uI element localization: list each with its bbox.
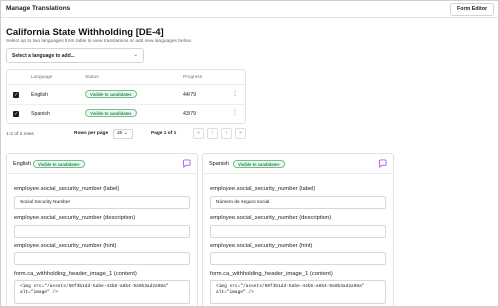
row-count: 1-2 of 2 rows [6,132,34,137]
panel-header: Spanish Visible to candidates [203,154,393,174]
panel-header: English Visible to candidates [7,154,197,174]
column-header-status[interactable]: Status [85,75,99,80]
row-progress: 44/79 [183,92,196,98]
field-label: employee.social_security_number (label) [210,186,316,192]
field-label: employee.social_security_number (label) [14,186,120,192]
row-checkbox[interactable]: ✓ [13,92,19,98]
field-label: employee.social_security_number (descrip… [210,215,332,221]
app-title: Manage Translations [6,5,71,12]
table-header: Language Status Progress [7,70,245,85]
last-page-button[interactable]: » [235,128,246,139]
column-header-progress[interactable]: Progress [183,75,202,80]
field-label: employee.social_security_number (descrip… [14,215,136,221]
field-label: form.ca_withholding_header_image_1 (cont… [210,271,333,277]
rows-per-page-select[interactable]: 20 ⌄ [113,129,133,139]
row-language: Spanish [31,111,50,117]
field-label: employee.social_security_number (hint) [14,243,117,249]
page-subtitle: Select up to two languages from table to… [6,39,192,44]
add-language-select[interactable]: Select a language to add... ⌄ [6,48,144,63]
first-page-button[interactable]: « [193,128,204,139]
description-input[interactable] [14,225,190,238]
column-header-language[interactable]: Language [31,75,52,80]
status-badge: Visible to candidates [33,160,85,168]
status-badge: Visible to candidates [85,109,137,117]
more-options-icon[interactable]: ⋮ [232,90,238,97]
row-language: English [31,92,49,98]
row-progress: 43/79 [183,111,196,117]
chat-icon[interactable] [378,159,387,168]
panel-language: English [13,161,32,167]
top-bar: Manage Translations Form Editor [1,1,498,18]
table-row[interactable]: ✓ English Visible to candidates 44/79 ⋮ [7,86,245,105]
field-label: employee.social_security_number (hint) [210,243,313,249]
translation-panel-english: English Visible to candidates employee.s… [6,153,198,306]
hint-input[interactable] [210,252,386,265]
form-editor-button[interactable]: Form Editor [449,3,494,16]
add-language-placeholder: Select a language to add... [12,53,75,59]
page-title: California State Withholding [DE-4] [6,27,164,38]
status-badge: Visible to candidates [85,90,137,98]
description-input[interactable] [210,225,386,238]
rows-per-page-label: Rows per page [74,131,109,136]
panel-language: Spanish [209,161,229,167]
next-page-button[interactable]: › [221,128,232,139]
chat-icon[interactable] [182,159,191,168]
languages-table: Language Status Progress ✓ English Visib… [6,69,246,124]
field-label: form.ca_withholding_header_image_1 (cont… [14,271,137,277]
label-input[interactable]: Social Security Number [14,196,190,209]
page-indicator: Page 1 of 1 [151,131,177,136]
table-row[interactable]: ✓ Spanish Visible to candidates 43/79 ⋮ [7,105,245,124]
window: Manage Translations Form Editor Californ… [0,0,499,307]
content-textarea[interactable]: <img src="/assets/50f3b1dd-5abe-44b6-a8b… [210,280,386,304]
more-options-icon[interactable]: ⋮ [232,109,238,116]
label-input[interactable]: Número de seguro social [210,196,386,209]
hint-input[interactable] [14,252,190,265]
chevron-up-down-icon: ⌄ [133,52,138,58]
rows-per-page-value: 20 [117,131,123,136]
row-checkbox[interactable]: ✓ [13,111,19,117]
prev-page-button[interactable]: ‹ [207,128,218,139]
status-badge: Visible to candidates [233,160,285,168]
content-textarea[interactable]: <img src="/assets/50f3b1dd-5abe-44b6-a8b… [14,280,190,304]
translation-panel-spanish: Spanish Visible to candidates employee.s… [202,153,394,306]
